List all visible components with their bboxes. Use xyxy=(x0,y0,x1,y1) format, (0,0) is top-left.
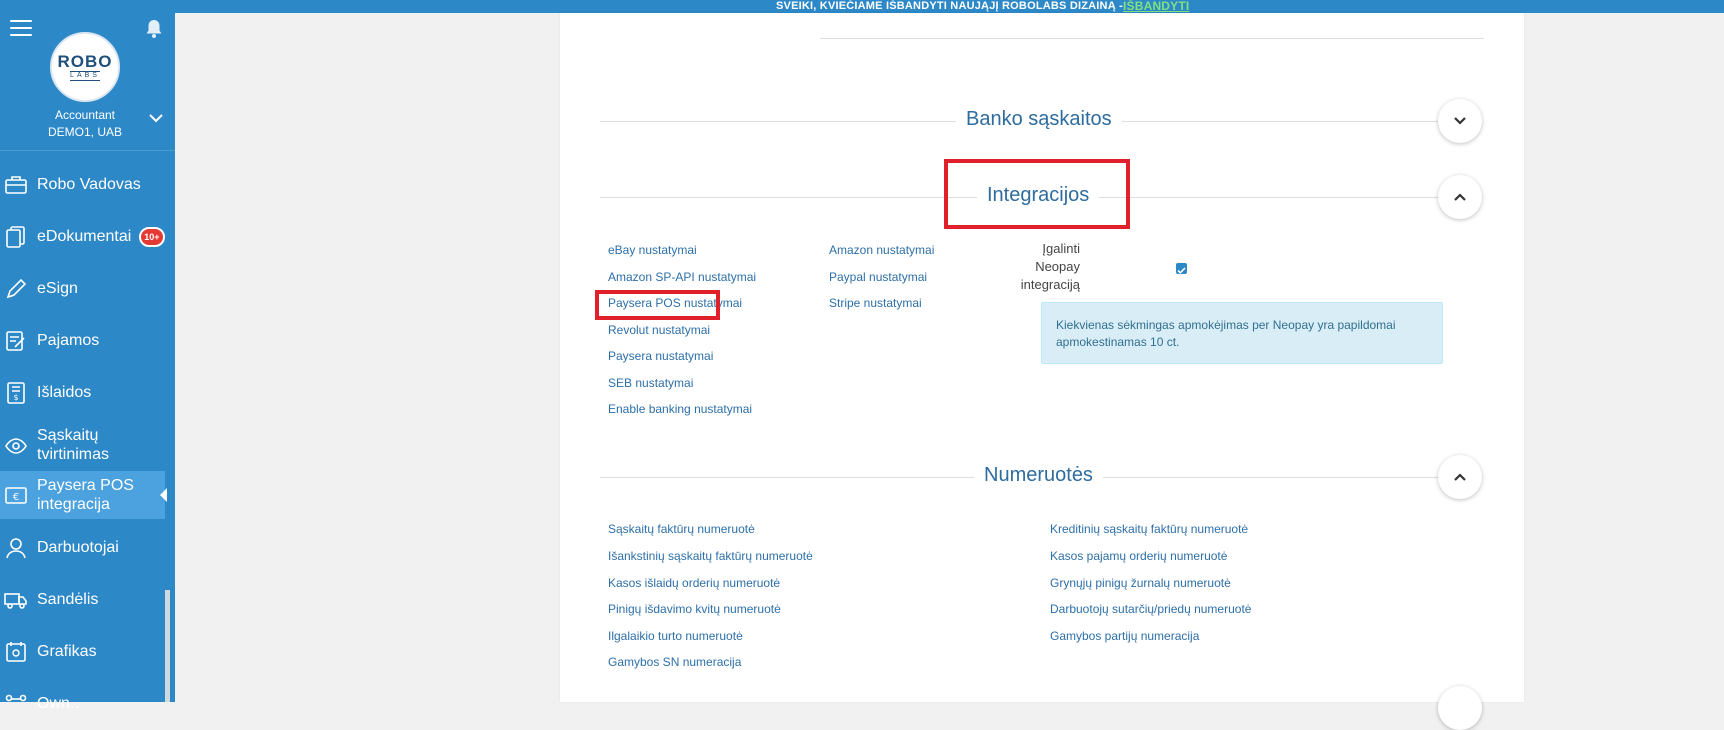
eye-icon xyxy=(5,438,27,454)
link-cash-journal-numbering[interactable]: Grynųjų pinigų žurnalų numeruotė xyxy=(1050,576,1231,590)
sidebar-scrollbar[interactable] xyxy=(165,590,170,702)
sidebar-item-robo-vadovas[interactable]: Robo Vadovas xyxy=(0,161,165,209)
link-paypal-settings[interactable]: Paypal nustatymai xyxy=(829,270,927,284)
link-cash-expense-numbering[interactable]: Kasos išlaidų orderių numeruotė xyxy=(608,576,780,590)
neopay-enable-checkbox[interactable] xyxy=(1176,263,1187,274)
sidebar-item-label: Robo Vadovas xyxy=(37,176,141,193)
income-icon xyxy=(6,331,25,351)
menu-icon[interactable] xyxy=(10,20,32,36)
neopay-info-box: Kiekvienas sėkmingas apmokėjimas per Neo… xyxy=(1041,302,1443,364)
link-invoice-numbering[interactable]: Sąskaitų faktūrų numeruotė xyxy=(608,522,755,536)
chevron-up-icon xyxy=(1454,473,1466,481)
chevron-down-icon[interactable] xyxy=(148,112,164,124)
neopay-enable-label: Įgalinti Neopay integraciją xyxy=(1020,241,1080,292)
section-title-numbering: Numeruotės xyxy=(974,464,1103,487)
link-enable-banking-settings[interactable]: Enable banking nustatymai xyxy=(608,402,752,416)
robolabs-logo[interactable]: ROBO LABS xyxy=(50,32,120,102)
sidebar-item-esign[interactable]: eSign xyxy=(0,265,165,313)
chevron-up-icon xyxy=(1454,193,1466,201)
highlight-box-paysera-pos xyxy=(595,290,720,320)
sidebar-item-saskaitu-tvirtinimas[interactable]: Sąskaitų tvirtinimas xyxy=(0,421,165,469)
svg-text:$: $ xyxy=(13,393,18,402)
documents-icon xyxy=(6,226,25,248)
sidebar-item-label: Išlaidos xyxy=(37,384,92,401)
account-info[interactable]: Accountant DEMO1, UAB xyxy=(30,107,140,141)
collapse-integrations-button[interactable] xyxy=(1438,175,1482,219)
announcement-text: SVEIKI, KVIEČIAME IŠBANDYTI NAUJĄJĮ ROBO… xyxy=(776,0,1123,12)
sidebar-item-grafikas[interactable]: Grafikas xyxy=(0,628,165,676)
link-seb-settings[interactable]: SEB nustatymai xyxy=(608,376,693,390)
sidebar-item-pajamos[interactable]: Pajamos xyxy=(0,317,165,365)
link-credit-invoice-numbering[interactable]: Kreditinių sąskaitų faktūrų numeruotė xyxy=(1050,522,1248,536)
notification-badge: 10+ xyxy=(139,227,165,247)
account-company: DEMO1, UAB xyxy=(47,125,122,139)
svg-text:€: € xyxy=(13,492,19,503)
highlight-box-integrations xyxy=(944,159,1130,229)
sidebar: ROBO LABS Accountant DEMO1, UAB Robo Vad… xyxy=(0,0,175,712)
link-proforma-numbering[interactable]: Išankstinių sąskaitų faktūrų numeruotė xyxy=(608,549,813,563)
sidebar-item-edokumentai[interactable]: eDokumentai 10+ xyxy=(0,213,165,261)
active-indicator xyxy=(160,488,167,502)
sidebar-item-islaidos[interactable]: $ Išlaidos xyxy=(0,369,165,417)
schedule-icon xyxy=(6,642,26,662)
link-amazon-sp-api-settings[interactable]: Amazon SP-API nustatymai xyxy=(608,270,756,284)
sidebar-divider xyxy=(0,150,175,151)
link-stripe-settings[interactable]: Stripe nustatymai xyxy=(829,296,922,310)
checkmark-icon xyxy=(1177,267,1186,274)
sidebar-item-darbuotojai[interactable]: Darbuotojai xyxy=(0,524,165,572)
user-icon xyxy=(6,538,26,559)
account-role: Accountant xyxy=(54,108,116,122)
try-new-design-link[interactable]: IŠBANDYTI xyxy=(1123,0,1189,12)
link-production-sn-numbering[interactable]: Gamybos SN numeracija xyxy=(608,655,741,669)
link-ebay-settings[interactable]: eBay nustatymai xyxy=(608,243,697,257)
link-employee-contract-numbering[interactable]: Darbuotojų sutarčių/priedų numeruotė xyxy=(1050,602,1251,616)
sidebar-item-label: eSign xyxy=(37,280,78,297)
announcement-bar: SVEIKI, KVIEČIAME IŠBANDYTI NAUJĄJĮ ROBO… xyxy=(175,0,1724,13)
settings-card: Banko sąskaitos Integracijos eBay nustat… xyxy=(560,13,1524,730)
sidebar-item-more[interactable]: Own.. xyxy=(0,680,165,728)
link-amazon-settings[interactable]: Amazon nustatymai xyxy=(829,243,934,257)
briefcase-icon xyxy=(5,176,27,194)
sidebar-item-label: Own.. xyxy=(37,695,79,712)
chevron-down-icon xyxy=(1454,117,1466,125)
link-fixed-asset-numbering[interactable]: Ilgalaikio turto numeruotė xyxy=(608,629,743,643)
divider xyxy=(820,38,1484,39)
link-cash-receipt-numbering[interactable]: Pinigų išdavimo kvitų numeruotė xyxy=(608,602,781,616)
sidebar-item-sandelis[interactable]: Sandėlis xyxy=(0,576,165,624)
sidebar-item-label: Pajamos xyxy=(37,332,100,349)
sidebar-item-paysera-pos[interactable]: € Paysera POS integracija xyxy=(0,471,167,519)
sidebar-item-label: eDokumentai xyxy=(37,228,132,245)
section-title-bank: Banko sąskaitos xyxy=(956,108,1122,131)
link-paysera-settings[interactable]: Paysera nustatymai xyxy=(608,349,713,363)
bell-icon[interactable] xyxy=(144,18,164,40)
sidebar-item-label: Grafikas xyxy=(37,643,97,660)
link-cash-income-numbering[interactable]: Kasos pajamų orderių numeruotė xyxy=(1050,549,1227,563)
pen-icon xyxy=(6,278,27,299)
sidebar-item-label: Sąskaitų tvirtinimas xyxy=(37,427,110,463)
euro-card-icon: € xyxy=(5,487,27,504)
expand-next-section-button[interactable] xyxy=(1438,686,1482,730)
network-icon xyxy=(5,694,27,702)
truck-icon xyxy=(4,593,27,609)
expand-bank-button[interactable] xyxy=(1438,99,1482,143)
expenses-icon: $ xyxy=(7,382,25,404)
link-revolut-settings[interactable]: Revolut nustatymai xyxy=(608,323,710,337)
sidebar-item-label: Paysera POS integracija xyxy=(37,477,134,513)
sidebar-item-label: Sandėlis xyxy=(37,591,99,608)
collapse-numbering-button[interactable] xyxy=(1438,455,1482,499)
link-production-batch-numbering[interactable]: Gamybos partijų numeracija xyxy=(1050,629,1199,643)
sidebar-item-label: Darbuotojai xyxy=(37,539,119,556)
